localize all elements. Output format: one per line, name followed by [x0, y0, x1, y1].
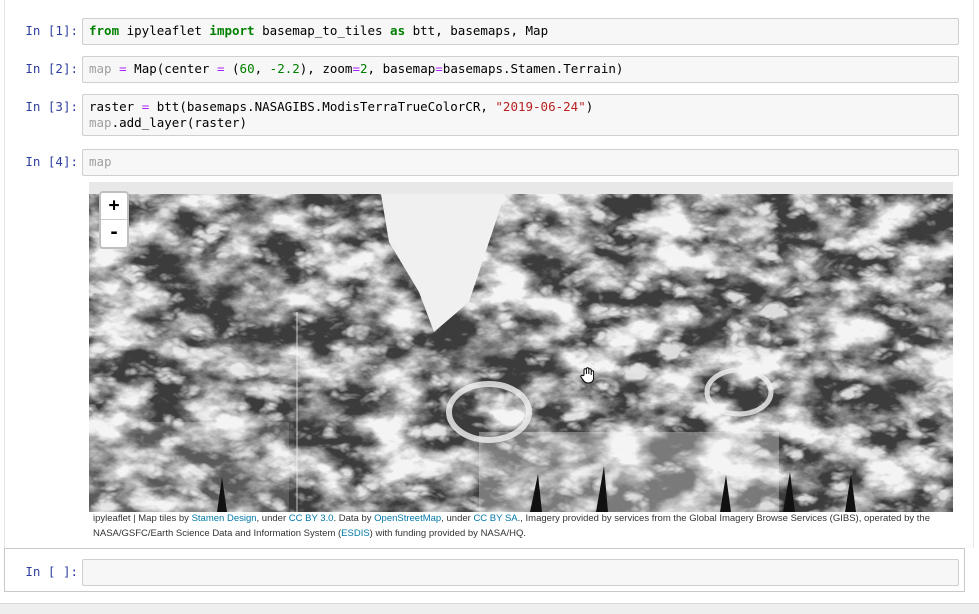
code-token: btt, basemaps, Map — [405, 23, 549, 38]
hand-cursor-icon — [580, 367, 595, 384]
code-token: map — [89, 61, 112, 76]
code-token: as — [390, 23, 406, 38]
code-token: .add_layer(raster) — [111, 115, 248, 130]
cell-3-code-line-1: raster = btt(basemaps.NASAGIBS.ModisTerr… — [89, 99, 593, 115]
cell-1-input[interactable]: from ipyleaflet import basemap_to_tiles … — [82, 18, 959, 45]
code-token: Map(center — [126, 61, 217, 76]
cell-3-prompt: In [3]: — [25, 99, 78, 114]
code-token: = — [352, 61, 360, 76]
code-token: raster — [89, 99, 142, 114]
code-token: basemap_to_tiles — [254, 23, 391, 38]
cc-by-link[interactable]: CC BY 3.0 — [289, 513, 334, 524]
esdis-link[interactable]: ESDIS — [341, 528, 370, 539]
cell-1-prompt: In [1]: — [25, 23, 78, 38]
cell-2-code: map = Map(center = (60, -2.2), zoom=2, b… — [89, 61, 623, 77]
cc-by-sa-link[interactable]: CC BY SA — [473, 513, 517, 524]
code-token: import — [209, 23, 255, 38]
notebook-right-border — [973, 0, 974, 548]
cell-3-code-line-2: map.add_layer(raster) — [89, 115, 247, 131]
code-token: ( — [224, 61, 240, 76]
code-token: basemaps.Stamen.Terrain) — [442, 61, 624, 76]
bottom-scrollbar[interactable] — [0, 603, 979, 614]
empty-cell-input[interactable] — [82, 559, 959, 586]
code-token: 60 — [239, 61, 255, 76]
code-token: , — [254, 61, 270, 76]
notebook-left-border — [4, 0, 5, 548]
zoom-out-button[interactable]: - — [101, 220, 127, 246]
code-token: 2 — [360, 61, 368, 76]
attribution-text: , under — [256, 513, 289, 524]
satellite-imagery — [89, 182, 953, 512]
stamen-design-link[interactable]: Stamen Design — [192, 513, 257, 524]
attribution-text: ipyleaflet | Map tiles by — [93, 513, 192, 524]
cell-1-code: from ipyleaflet import basemap_to_tiles … — [89, 23, 548, 39]
code-token: ), zoom — [299, 61, 353, 76]
code-token: , basemap — [367, 61, 436, 76]
cell-2-input[interactable]: map = Map(center = (60, -2.2), zoom=2, b… — [82, 56, 959, 83]
code-token: from — [89, 23, 120, 38]
zoom-control: + - — [99, 191, 129, 249]
zoom-in-button[interactable]: + — [101, 193, 127, 220]
empty-cell-prompt: In [ ]: — [25, 564, 78, 579]
code-token: map — [89, 115, 112, 130]
attribution-text: . Data by — [333, 513, 375, 524]
map-attribution: ipyleaflet | Map tiles by Stamen Design,… — [93, 511, 958, 541]
cell-4-input[interactable]: map — [82, 149, 959, 176]
code-token: map — [89, 154, 112, 169]
openstreetmap-link[interactable]: OpenStreetMap — [374, 513, 441, 524]
code-token: btt(basemaps.NASAGIBS.ModisTerraTrueColo… — [149, 99, 496, 114]
attribution-text: , under — [441, 513, 474, 524]
code-token: = — [435, 61, 443, 76]
cell-4-prompt: In [4]: — [25, 154, 78, 169]
cell-4-code: map — [89, 154, 112, 170]
code-token: "2019-06-24" — [495, 99, 586, 114]
attribution-text: ) with funding provided by NASA/HQ. — [369, 528, 526, 539]
code-token: ipyleaflet — [119, 23, 210, 38]
map-widget[interactable]: + - — [89, 182, 953, 512]
code-token: = — [119, 61, 127, 76]
cell-2-prompt: In [2]: — [25, 61, 78, 76]
code-token: -2.2 — [269, 61, 300, 76]
cell-3-input[interactable]: raster = btt(basemaps.NASAGIBS.ModisTerr… — [82, 94, 959, 136]
code-token: ) — [585, 99, 594, 114]
